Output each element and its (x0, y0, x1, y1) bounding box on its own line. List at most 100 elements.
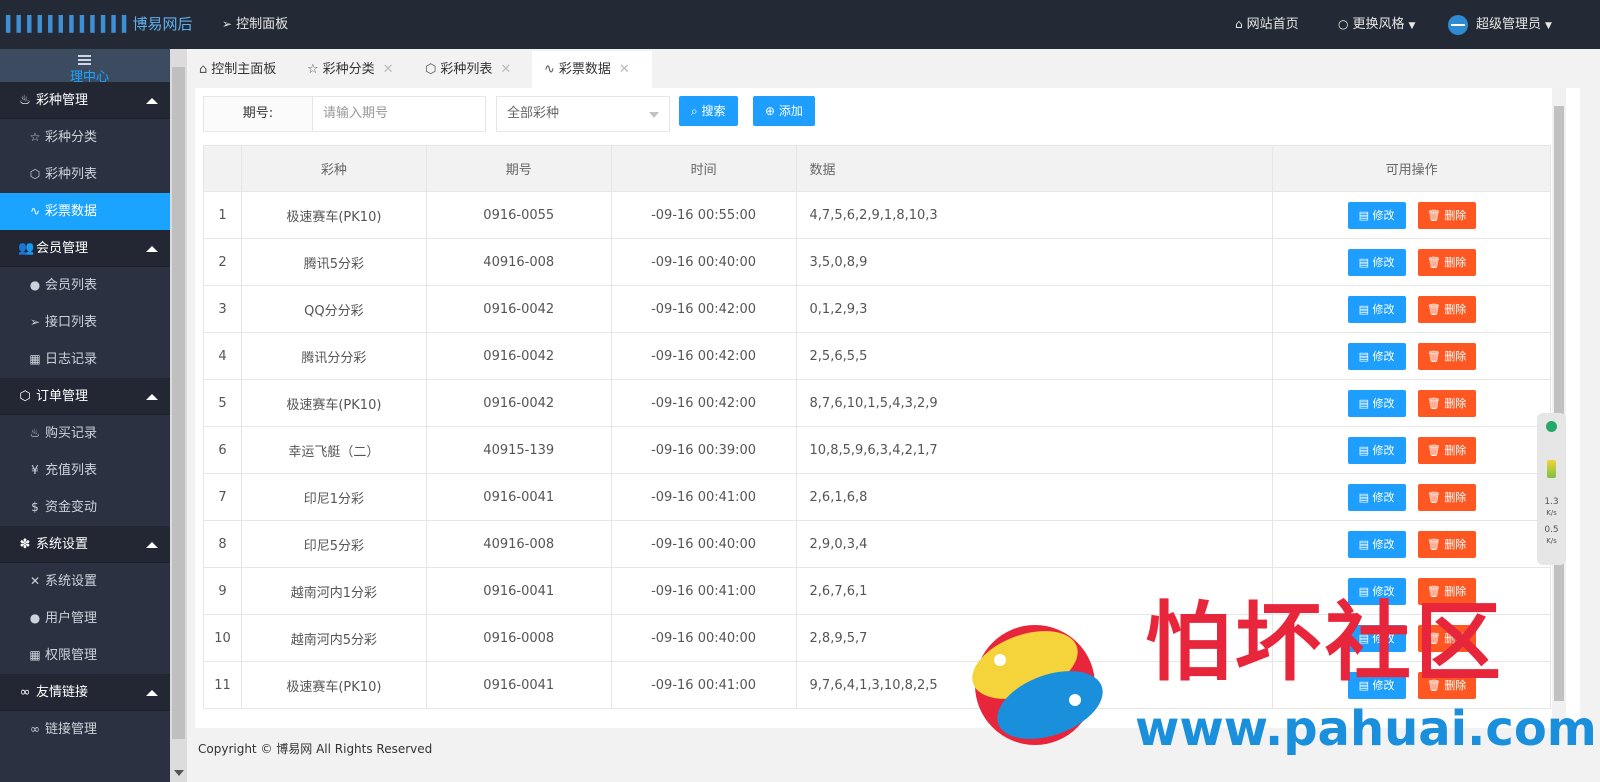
avatar (1448, 14, 1468, 35)
row-lottery-type: 腾讯5分彩 (240, 238, 427, 286)
gear-icon: ✽ (19, 537, 31, 552)
delete-button[interactable]: 🗑 删除 (1417, 530, 1476, 558)
send-icon: ➢ (222, 17, 233, 31)
calendar-icon: ▦ (29, 648, 41, 662)
row-actions: ▤ 修改 🗑 删除 (1272, 473, 1551, 521)
sidebar-item-lottery-list[interactable]: ⬡ 彩种列表 (0, 156, 170, 193)
sidebar-item-lottery-data[interactable]: ∿ 彩票数据 (0, 193, 170, 230)
table-row: 7 印尼1分彩 0916-0041 -09-16 00:41:00 2,6,1,6,8 ▤… (203, 473, 1551, 521)
table-row: 5 极速赛车(PK10) 0916-0042 -09-16 00:42:00 8,7,6… (203, 379, 1551, 427)
caret-up-icon (146, 246, 158, 252)
delete-button[interactable]: 🗑 删除 (1417, 248, 1476, 276)
sidebar-scrollbar[interactable] (170, 49, 187, 782)
tab-lottery-list[interactable]: ⬡ 彩种列表 ✕ (413, 51, 531, 88)
edit-button[interactable]: ▤ 修改 (1347, 201, 1406, 229)
delete-button[interactable]: 🗑 删除 (1417, 483, 1476, 511)
brand-title[interactable]: ▍▍▍▍▍▍▍▍▍▍▍▍博易网后台管 (0, 0, 192, 49)
table-row: 2 腾讯5分彩 40916-008 -09-16 00:40:00 3,5,0,8,9 ▤… (203, 238, 1551, 286)
row-lottery-type: 腾讯分分彩 (240, 332, 427, 380)
edit-button[interactable]: ▤ 修改 (1347, 436, 1406, 464)
edit-button[interactable]: ▤ 修改 (1347, 530, 1406, 558)
issue-input[interactable]: 请输入期号 (312, 96, 486, 132)
row-time: -09-16 00:40:00 (610, 238, 797, 286)
sidebar-item-fund-changes[interactable]: $ 资金变动 (0, 489, 170, 526)
edit-icon: ▤ (1358, 443, 1373, 457)
sidebar-item-member-list[interactable]: ● 会员列表 (0, 267, 170, 304)
edit-button[interactable]: ▤ 修改 (1347, 342, 1406, 370)
sidebar-item-logs[interactable]: ▦ 日志记录 (0, 341, 170, 378)
search-button[interactable]: ⌕ 搜索 (679, 96, 738, 126)
col-header-issue: 期号 (425, 145, 612, 192)
close-icon[interactable]: ✕ (500, 62, 511, 77)
sidebar-item-lottery-category[interactable]: ☆ 彩种分类 (0, 119, 170, 156)
sidebar-item-permissions[interactable]: ▦ 权限管理 (0, 637, 170, 674)
scrollbar-thumb[interactable] (172, 67, 185, 739)
yen-icon: ¥ (31, 463, 39, 477)
delete-button[interactable]: 🗑 删除 (1417, 389, 1476, 417)
nav-site-home[interactable]: ⌂ 网站首页 (1235, 0, 1299, 49)
row-data: 10,8,5,9,6,3,4,2,1,7 (795, 426, 1274, 474)
delete-button[interactable]: 🗑 删除 (1417, 342, 1476, 370)
edit-button[interactable]: ▤ 修改 (1347, 389, 1406, 417)
delete-button[interactable]: 🗑 删除 (1417, 436, 1476, 464)
edit-button[interactable]: ▤ 修改 (1347, 248, 1406, 276)
row-issue: 40916-008 (425, 238, 612, 286)
fire-icon: ♨ (19, 93, 31, 108)
user-icon: ● (29, 611, 41, 625)
network-speed-widget: 1.3 K/s 0.5 K/s (1537, 413, 1566, 565)
sidebar-item-user-management[interactable]: ● 用户管理 (0, 600, 170, 637)
row-data: 2,9,0,3,4 (795, 520, 1274, 568)
edit-button[interactable]: ▤ 修改 (1347, 483, 1406, 511)
scroll-down-arrow-icon[interactable] (174, 770, 184, 776)
col-header-data: 数据 (795, 145, 1274, 192)
sidebar-group-members[interactable]: 👥 会员管理 (0, 230, 170, 267)
col-header-actions: 可用操作 (1272, 145, 1551, 192)
row-issue: 0916-0041 (425, 567, 612, 615)
row-index: 3 (203, 285, 242, 333)
sidebar-item-link-management[interactable]: ∞ 链接管理 (0, 711, 170, 748)
nav-change-style[interactable]: ○ 更换风格 ▼ (1338, 0, 1415, 49)
sidebar-group-orders[interactable]: ⬡ 订单管理 (0, 378, 170, 415)
sidebar-group-lottery[interactable]: ♨ 彩种管理 (0, 82, 170, 119)
upload-unit: K/s (1546, 509, 1557, 517)
row-lottery-type: 极速赛车(PK10) (240, 661, 427, 709)
sidebar-item-api-list[interactable]: ➢ 接口列表 (0, 304, 170, 341)
caret-down-icon: ▼ (1545, 21, 1552, 31)
table-row: 1 极速赛车(PK10) 0916-0055 -09-16 00:55:00 4,7,5… (203, 191, 1551, 239)
row-data: 4,7,5,6,2,9,1,8,10,3 (795, 191, 1274, 239)
watermark-text: 怕坏社区 (1145, 592, 1505, 693)
delete-button[interactable]: 🗑 删除 (1417, 201, 1476, 229)
tab-lottery-data[interactable]: ∿ 彩票数据 ✕ (532, 51, 652, 88)
sidebar-group-links[interactable]: ∞ 友情链接 (0, 674, 170, 711)
sidebar-item-recharge-list[interactable]: ¥ 充值列表 (0, 452, 170, 489)
row-issue: 0916-0041 (425, 661, 612, 709)
close-icon[interactable]: ✕ (619, 62, 630, 77)
select-value: 全部彩种 (507, 106, 560, 121)
sidebar-group-settings[interactable]: ✽ 系统设置 (0, 526, 170, 563)
tab-dashboard[interactable]: ⌂ 控制主面板 (187, 51, 297, 88)
close-icon[interactable]: ✕ (383, 62, 394, 77)
row-time: -09-16 00:40:00 (610, 520, 797, 568)
row-index: 1 (203, 191, 242, 239)
sidebar-toggle[interactable]: 理中心 (0, 49, 170, 84)
edit-button[interactable]: ▤ 修改 (1347, 295, 1406, 323)
cube-icon: ⬡ (29, 167, 41, 181)
sidebar-item-system-settings[interactable]: ✕ 系统设置 (0, 563, 170, 600)
delete-button[interactable]: 🗑 删除 (1417, 295, 1476, 323)
trash-icon: 🗑 (1426, 490, 1445, 504)
add-button[interactable]: ⊕ 添加 (753, 96, 815, 126)
edit-icon: ▤ (1358, 349, 1373, 363)
row-data: 8,7,6,10,1,5,4,3,2,9 (795, 379, 1274, 427)
row-lottery-type: QQ分分彩 (240, 285, 427, 333)
sidebar-item-purchase-records[interactable]: ♨ 购买记录 (0, 415, 170, 452)
send-icon: ➢ (29, 315, 41, 329)
trash-icon: 🗑 (1426, 349, 1445, 363)
tab-lottery-category[interactable]: ☆ 彩种分类 ✕ (295, 51, 413, 88)
edit-icon: ▤ (1358, 255, 1373, 269)
nav-admin-menu[interactable]: 超级管理员 ▼ (1448, 0, 1552, 49)
row-data: 0,1,2,9,3 (795, 285, 1274, 333)
watermark-url: www.pahuai.com (1135, 701, 1597, 757)
lottery-type-select[interactable]: 全部彩种 (496, 96, 670, 132)
nav-dashboard[interactable]: ➢ 控制面板 (222, 0, 288, 49)
col-header-time: 时间 (610, 145, 797, 192)
